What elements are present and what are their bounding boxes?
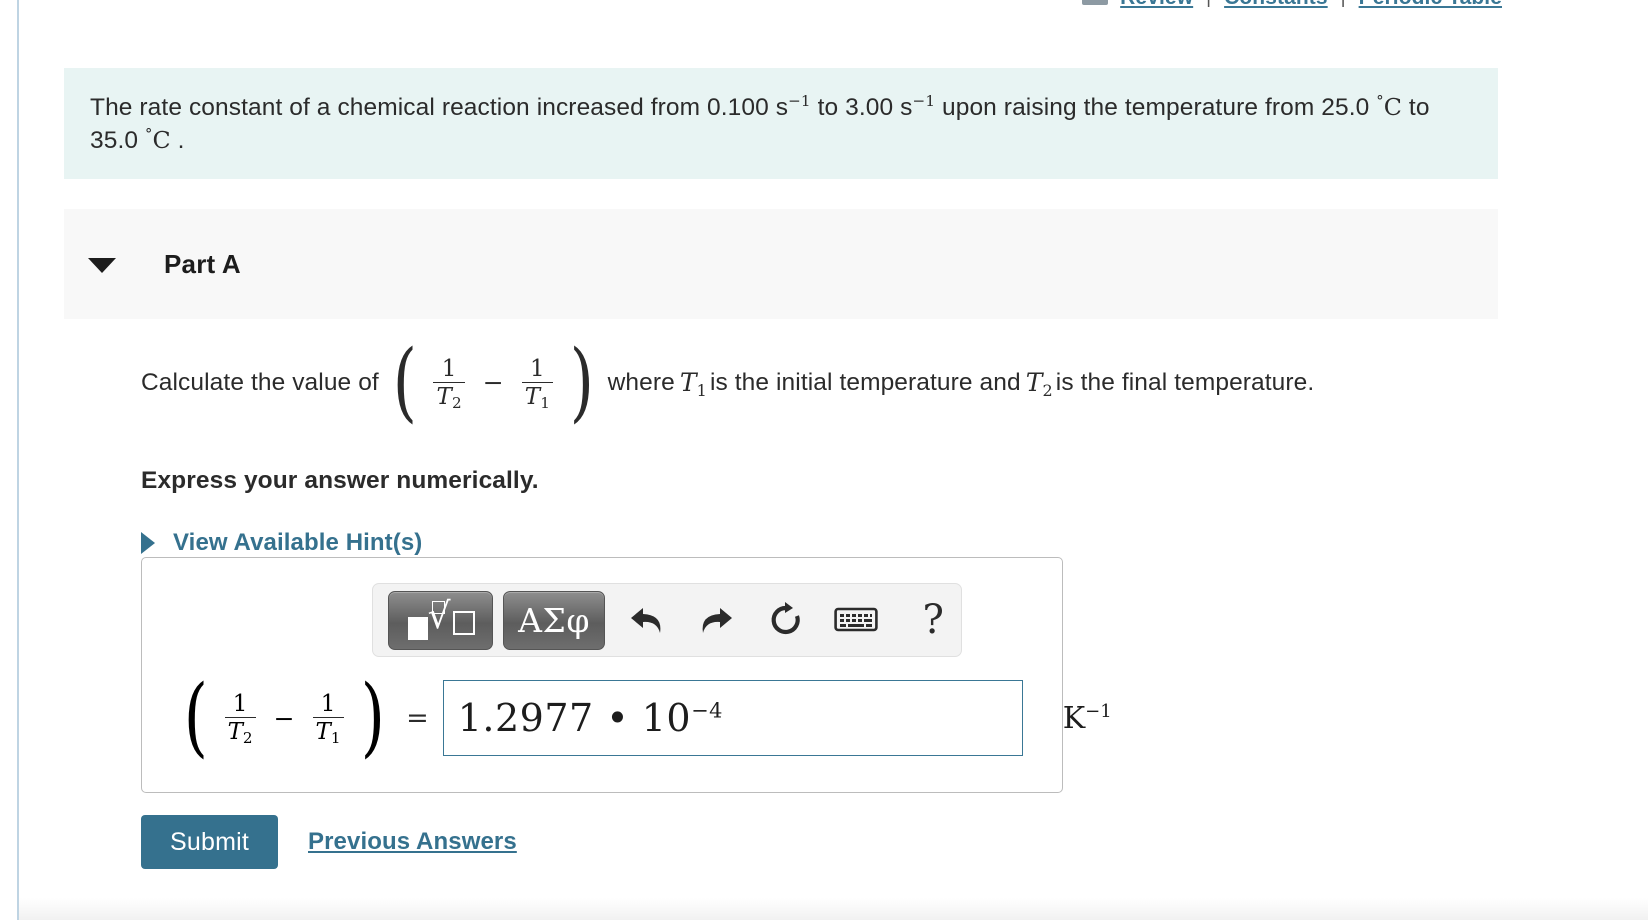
equals-sign: = — [406, 702, 429, 734]
expression-minus-operator: − — [482, 368, 504, 398]
statement-degree-celsius-2: °C — [145, 125, 171, 154]
answer-unit-base: K — [1062, 700, 1086, 736]
answer-value-mantissa: 1.2977 • 10 — [457, 696, 692, 740]
greek-symbols-label: ΑΣφ — [518, 600, 590, 640]
fraction-denominator-sub: 1 — [540, 393, 550, 412]
fraction-denominator-base: T — [315, 719, 331, 745]
bottom-fade — [19, 898, 1648, 920]
nav-separator-1: | — [1193, 0, 1224, 9]
help-button[interactable]: ? — [905, 592, 961, 648]
answer-lhs-expression: ( 1 T2 − 1 T1 ) — [179, 667, 389, 768]
reset-button[interactable] — [758, 592, 814, 648]
fraction-denominator-sub: 2 — [242, 729, 253, 747]
statement-text-2: to 3.00 s — [810, 94, 913, 121]
undo-button[interactable] — [619, 592, 675, 648]
part-a-header[interactable]: Part A — [64, 209, 1498, 319]
fraction-denominator-base: T — [227, 719, 243, 745]
statement-text-5: . — [170, 126, 185, 154]
fraction-denominator: T1 — [521, 381, 553, 412]
nav-separator-2: | — [1328, 0, 1359, 9]
keyboard-button[interactable] — [828, 592, 884, 648]
statement-degree-celsius-1: °C — [1376, 93, 1403, 121]
fraction-one-over-t2: 1 T2 — [224, 690, 256, 747]
open-paren: ( — [183, 667, 208, 768]
nav-link-periodic-table[interactable]: Periodic Table — [1359, 0, 1502, 10]
fraction-denominator-base: T — [524, 383, 541, 410]
caret-down-icon[interactable] — [88, 257, 116, 273]
question-prompt: Calculate the value of ( 1 T2 − 1 T1 ) w… — [141, 332, 1521, 432]
fraction-numerator: 1 — [320, 690, 336, 717]
fraction-denominator: T2 — [433, 381, 465, 412]
previous-answers-link[interactable]: Previous Answers — [308, 828, 517, 856]
nav-link-constants[interactable]: Constants — [1224, 0, 1328, 10]
close-paren: ) — [360, 667, 385, 768]
part-a-label: Part A — [164, 248, 241, 279]
left-rail-divider — [17, 0, 19, 920]
close-paren: ) — [569, 332, 594, 432]
statement-text-1: The rate constant of a chemical reaction… — [90, 94, 789, 121]
expression-minus-operator: − — [273, 703, 295, 733]
question-mid-2: is the initial temperature and — [709, 368, 1021, 396]
answer-input[interactable]: 1.2977 • 10−4 — [442, 680, 1023, 756]
variable-t1: T1 — [679, 368, 707, 401]
answer-entry-row: ( 1 T2 − 1 T1 ) = 1.2977 • 10−4 K−1 — [170, 667, 1112, 768]
question-suffix: is the final temperature. — [1055, 368, 1315, 396]
template-root-button[interactable]: √ — [388, 590, 494, 650]
nav-link-review[interactable]: Review — [1120, 0, 1193, 10]
answer-value: 1.2977 • 10−4 — [458, 696, 723, 740]
problem-statement-panel: The rate constant of a chemical reaction… — [64, 68, 1498, 180]
view-hints-label: View Available Hint(s) — [173, 528, 423, 556]
statement-exponent-2: −1 — [912, 91, 936, 110]
answer-panel: √ ΑΣφ ? (1 T2 − 1 T1) = 1.2977 • 10−4 … — [141, 557, 1112, 793]
open-paren: ( — [392, 332, 417, 432]
answer-unit-exponent: −1 — [1085, 700, 1112, 722]
variable-t1-sub: 1 — [696, 381, 707, 401]
variable-t2-base: T — [1025, 368, 1043, 398]
greek-symbols-button[interactable]: ΑΣφ — [503, 590, 605, 650]
question-expression: ( 1 T2 − 1 T1 ) — [388, 332, 599, 432]
question-prompt-prefix: Calculate the value of — [141, 368, 379, 396]
variable-t2-sub: 2 — [1042, 381, 1053, 401]
fraction-one-over-t1: 1 T1 — [521, 355, 553, 412]
view-hints-toggle[interactable]: View Available Hint(s) — [141, 529, 422, 557]
statement-exponent-1: −1 — [788, 91, 811, 110]
question-mid-1: where — [607, 368, 675, 396]
fraction-numerator: 1 — [530, 355, 545, 382]
answer-unit: K−1 — [1063, 701, 1112, 736]
fraction-denominator: T2 — [224, 717, 256, 747]
top-navigation: Review | Constants | Periodic Table — [0, 0, 1648, 12]
submit-button[interactable]: Submit — [141, 815, 278, 869]
redo-button[interactable] — [688, 592, 744, 648]
fraction-numerator: 1 — [441, 355, 457, 382]
variable-t2: T2 — [1025, 368, 1053, 401]
answer-value-exponent: −4 — [691, 698, 723, 723]
template-root-icon: √ — [407, 599, 475, 641]
fraction-denominator-sub: 2 — [451, 393, 462, 412]
book-icon — [1082, 0, 1109, 5]
variable-t1-base: T — [679, 368, 697, 398]
statement-text-3: upon raising the temperature from 25.0 — [935, 94, 1377, 121]
math-toolbar: √ ΑΣφ ? — [372, 583, 962, 657]
problem-statement-text: The rate constant of a chemical reaction… — [90, 92, 1470, 157]
express-instruction: Express your answer numerically. — [141, 466, 539, 494]
question-body: Calculate the value of ( 1 T2 − 1 T1 ) w… — [141, 332, 1521, 557]
problem-page: Review | Constants | Periodic Table The … — [0, 0, 1648, 920]
fraction-numerator: 1 — [232, 690, 248, 717]
action-row: Submit Previous Answers — [141, 815, 517, 869]
fraction-denominator: T1 — [312, 717, 344, 747]
fraction-one-over-t2: 1 T2 — [433, 355, 465, 412]
fraction-denominator-base: T — [436, 383, 452, 410]
fraction-one-over-t1: 1 T1 — [312, 690, 344, 747]
fraction-denominator-sub: 1 — [330, 729, 341, 747]
caret-right-icon[interactable] — [141, 531, 155, 554]
